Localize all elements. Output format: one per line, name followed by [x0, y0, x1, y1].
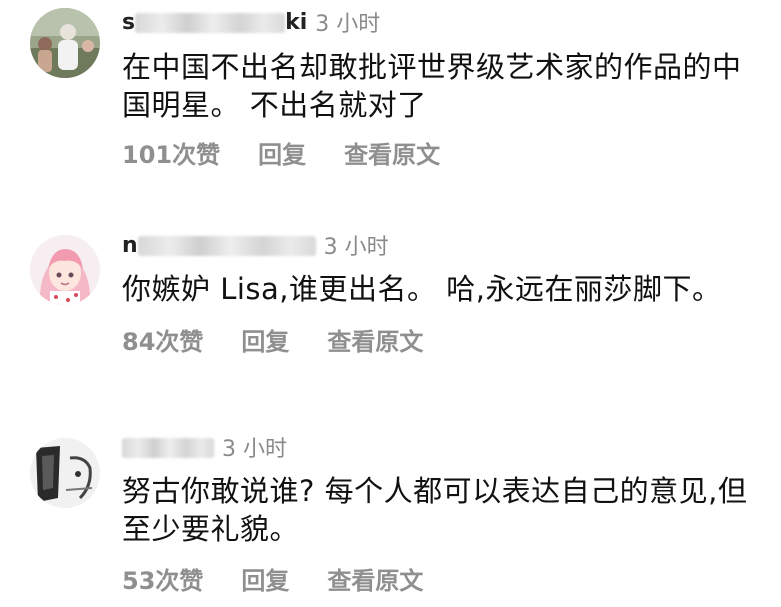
username-end: ki — [285, 9, 308, 35]
username[interactable] — [122, 435, 214, 460]
avatar[interactable] — [30, 235, 100, 305]
username[interactable]: s ki — [122, 10, 307, 35]
comment-actions: 101次赞 回复 查看原文 — [122, 135, 478, 169]
reply-button[interactable]: 回复 — [241, 561, 289, 596]
comments-page: s ki 3 小时 在中国不出名却敢批评世界级艺术家的作品的中国明星。 不出名就对… — [0, 0, 781, 607]
like-count[interactable]: 84次赞 — [122, 322, 203, 357]
see-original-button[interactable]: 查看原文 — [327, 322, 423, 357]
avatar[interactable] — [30, 8, 100, 78]
comment-actions: 53次赞 回复 查看原文 — [122, 561, 461, 595]
see-original-button[interactable]: 查看原文 — [327, 561, 423, 596]
reply-button[interactable]: 回复 — [241, 322, 289, 357]
avatar[interactable] — [30, 438, 100, 508]
username-start: s — [122, 9, 136, 35]
username-redacted — [135, 12, 286, 33]
comment-meta: n 3 小时 — [122, 228, 389, 262]
comment-meta: s ki 3 小时 — [122, 5, 380, 39]
avatar-anime-girl-icon — [30, 235, 100, 305]
like-count[interactable]: 101次赞 — [122, 135, 220, 170]
timestamp: 3 小时 — [323, 235, 389, 260]
comment-text: 在中国不出名却敢批评世界级艺术家的作品的中国明星。 不出名就对了 — [122, 50, 742, 122]
reply-button[interactable]: 回复 — [258, 135, 306, 170]
timestamp: 3 小时 — [222, 437, 287, 462]
comment-text: 你嫉妒 Lisa,谁更出名。 哈,永远在丽莎脚下。 — [122, 272, 722, 306]
comment-meta: 3 小时 — [122, 430, 287, 464]
timestamp: 3 小时 — [315, 12, 381, 37]
username-start: n — [122, 232, 138, 258]
comment-text: 努古你敢说谁? 每个人都可以表达自己的意见,但至少要礼貌。 — [122, 474, 748, 546]
like-count[interactable]: 53次赞 — [122, 561, 203, 596]
avatar-photo-icon — [30, 8, 100, 78]
comment-actions: 84次赞 回复 查看原文 — [122, 322, 461, 356]
username[interactable]: n — [122, 233, 316, 258]
username-redacted — [137, 235, 316, 256]
see-original-button[interactable]: 查看原文 — [344, 135, 440, 170]
avatar-sketch-icon — [30, 438, 100, 508]
username-redacted — [122, 437, 214, 458]
